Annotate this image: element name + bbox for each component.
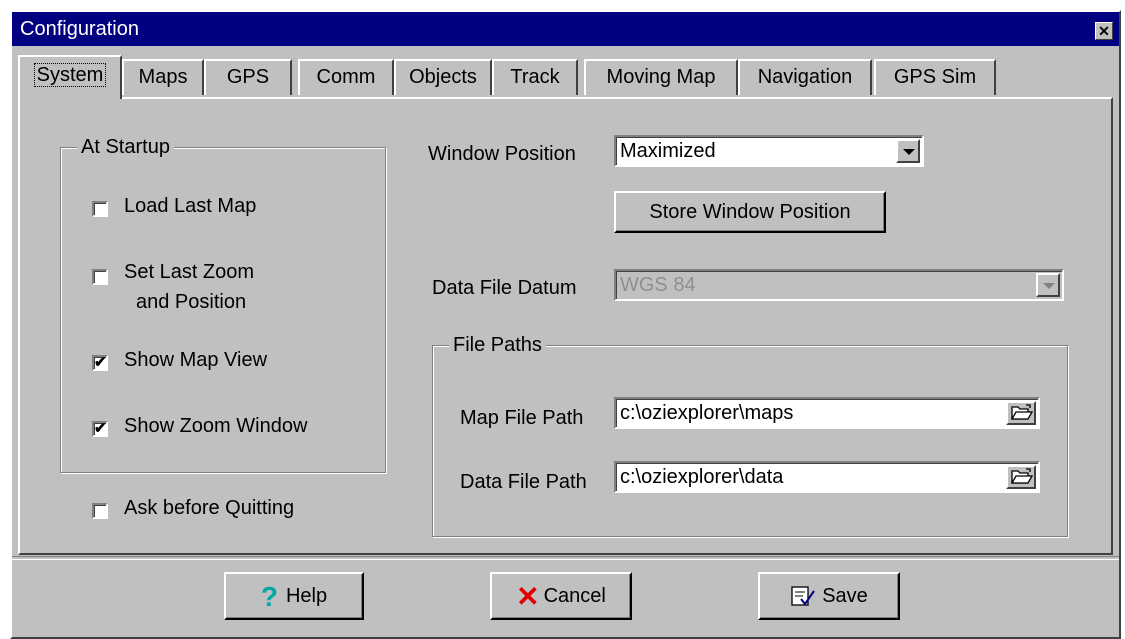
tab-moving-map-label: Moving Map <box>606 66 716 88</box>
window-position-label: Window Position <box>428 143 576 165</box>
browse-data-path-button[interactable] <box>1006 465 1036 489</box>
cancel-button[interactable]: ✕ Cancel <box>490 572 632 620</box>
window-position-select[interactable]: Maximized <box>614 135 924 167</box>
load-last-map-label[interactable]: Load Last Map <box>124 195 256 218</box>
open-folder-icon <box>1010 468 1034 484</box>
tab-track-label: Track <box>510 66 560 88</box>
cancel-button-label: Cancel <box>543 585 606 607</box>
data-file-datum-label: Data File Datum <box>432 277 577 299</box>
tab-maps[interactable]: Maps <box>122 59 204 95</box>
map-file-path-input[interactable]: c:\oziexplorer\maps <box>614 397 1040 429</box>
ask-before-quitting-label[interactable]: Ask before Quitting <box>124 497 294 520</box>
load-last-map-checkbox[interactable] <box>92 201 108 217</box>
question-mark-icon: ? <box>260 580 278 612</box>
tab-gps-sim[interactable]: GPS Sim <box>874 59 996 95</box>
chevron-down-icon <box>903 149 915 155</box>
file-paths-legend: File Paths <box>449 334 546 357</box>
tab-objects-label: Objects <box>409 66 477 88</box>
help-button-label: Help <box>285 585 328 607</box>
tab-track[interactable]: Track <box>492 59 578 95</box>
save-button-label: Save <box>822 585 868 607</box>
browse-map-path-button[interactable] <box>1006 401 1036 425</box>
window-title: Configuration <box>20 18 139 40</box>
tab-objects[interactable]: Objects <box>394 59 492 95</box>
ask-before-quitting-checkbox[interactable] <box>92 503 108 519</box>
tab-maps-label: Maps <box>138 66 188 88</box>
checkmark-icon: ✔ <box>94 420 107 437</box>
file-paths-group: File Paths <box>432 334 1068 537</box>
title-bar[interactable]: Configuration ✕ <box>12 12 1119 46</box>
open-folder-icon <box>1010 404 1034 420</box>
tab-gps-label: GPS <box>226 66 270 88</box>
show-map-view-label[interactable]: Show Map View <box>124 349 267 372</box>
save-check-icon <box>791 586 816 606</box>
tab-system-label: System <box>33 63 107 87</box>
store-window-position-button[interactable]: Store Window Position <box>614 191 886 233</box>
tab-moving-map[interactable]: Moving Map <box>584 59 738 95</box>
tab-comm-label: Comm <box>316 66 376 88</box>
checkmark-icon: ✔ <box>94 354 107 371</box>
close-icon: ✕ <box>1098 23 1110 39</box>
save-button[interactable]: Save <box>758 572 900 620</box>
tab-navigation[interactable]: Navigation <box>738 59 872 95</box>
show-zoom-window-checkbox[interactable]: ✔ <box>92 421 108 437</box>
chevron-down-icon <box>1043 283 1055 289</box>
data-file-path-value: c:\oziexplorer\data <box>620 466 784 488</box>
set-last-zoom-checkbox[interactable] <box>92 269 108 285</box>
data-file-path-label: Data File Path <box>460 471 587 493</box>
map-file-path-value: c:\oziexplorer\maps <box>620 402 794 424</box>
close-button[interactable]: ✕ <box>1095 22 1113 40</box>
tab-system[interactable]: System <box>18 55 122 99</box>
map-file-path-label: Map File Path <box>460 407 584 429</box>
show-map-view-checkbox[interactable]: ✔ <box>92 355 108 371</box>
help-button[interactable]: ? Help <box>224 572 364 620</box>
red-x-icon: ✕ <box>516 580 540 612</box>
tab-gps[interactable]: GPS <box>204 59 292 95</box>
configuration-dialog: Configuration ✕ System Maps GPS Comm Obj… <box>10 10 1121 639</box>
data-file-datum-value: WGS 84 <box>620 274 696 296</box>
tab-comm[interactable]: Comm <box>298 59 394 95</box>
footer-separator <box>12 556 1119 560</box>
set-last-zoom-label[interactable]: Set Last Zoom <box>124 261 254 284</box>
tab-gps-sim-label: GPS Sim <box>893 66 977 88</box>
system-tab-panel: At Startup Load Last Map Set Last Zoom a… <box>18 97 1113 555</box>
data-file-datum-select[interactable]: WGS 84 <box>614 269 1064 301</box>
data-file-datum-dropdown-button[interactable] <box>1036 273 1060 297</box>
data-file-path-input[interactable]: c:\oziexplorer\data <box>614 461 1040 493</box>
at-startup-legend: At Startup <box>77 136 174 159</box>
window-position-dropdown-button[interactable] <box>896 139 920 163</box>
tab-navigation-label: Navigation <box>757 66 853 88</box>
set-last-zoom-label-line2[interactable]: and Position <box>136 291 246 314</box>
window-position-value: Maximized <box>620 140 716 162</box>
show-zoom-window-label[interactable]: Show Zoom Window <box>124 415 307 438</box>
